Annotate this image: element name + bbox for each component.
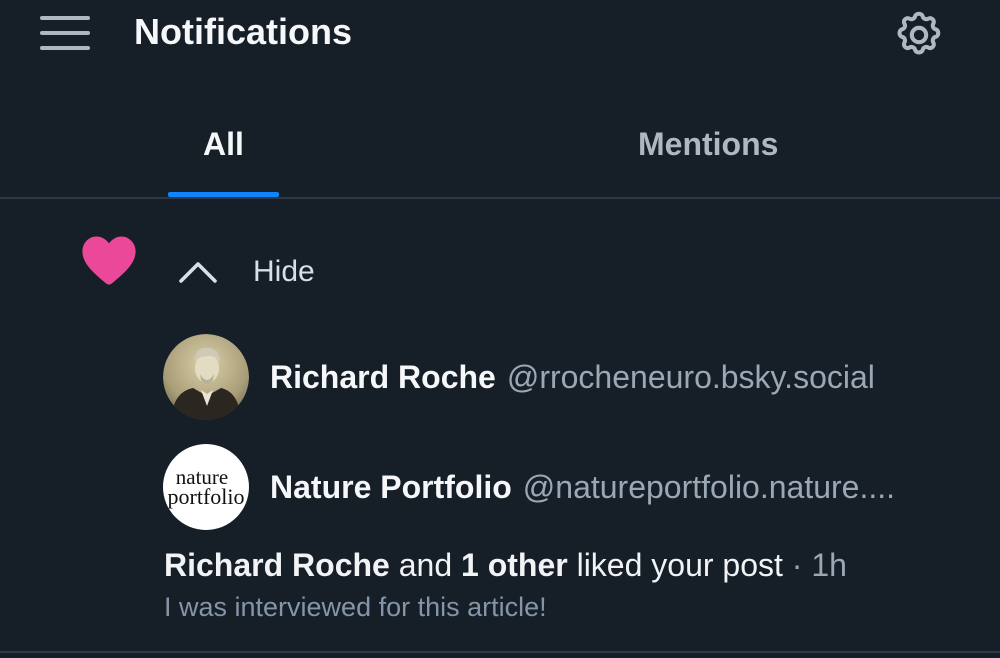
post-excerpt[interactable]: I was interviewed for this article! bbox=[164, 590, 547, 624]
user-handle: @natureportfolio.nature.... bbox=[522, 468, 896, 505]
tab-divider bbox=[0, 197, 1000, 199]
user-name[interactable]: Nature Portfolio bbox=[270, 469, 512, 506]
heart-icon bbox=[82, 236, 136, 285]
hide-toggle[interactable]: Hide bbox=[176, 248, 315, 296]
tab-all[interactable]: All bbox=[203, 122, 244, 166]
page-title: Notifications bbox=[134, 11, 353, 52]
tab-mentions[interactable]: Mentions bbox=[638, 122, 778, 166]
user-name[interactable]: Richard Roche bbox=[270, 359, 496, 396]
actor-name[interactable]: Richard Roche bbox=[164, 547, 390, 583]
hide-label: Hide bbox=[253, 255, 315, 288]
logo-text: portfolio bbox=[167, 484, 245, 509]
chevron-up-icon bbox=[179, 262, 217, 283]
summary-action: liked your post bbox=[576, 547, 783, 583]
summary-connector: and bbox=[398, 547, 453, 583]
time-separator: · bbox=[791, 547, 803, 583]
liker-row[interactable]: Richard Roche @rrocheneuro.bsky.social bbox=[163, 334, 875, 420]
others-count[interactable]: 1 other bbox=[461, 547, 568, 583]
notification-summary: Richard Roche and 1 other liked your pos… bbox=[164, 545, 847, 585]
liker-row[interactable]: nature portfolio Nature Portfolio @natur… bbox=[163, 444, 895, 530]
notifications-screen: Notifications All Mentions Hide Richard … bbox=[0, 0, 1000, 658]
gear-icon[interactable] bbox=[892, 8, 946, 62]
nature-portfolio-logo[interactable]: nature portfolio bbox=[163, 444, 249, 530]
timestamp: 1h bbox=[811, 547, 847, 583]
hamburger-menu-icon[interactable] bbox=[40, 14, 90, 52]
user-handle: @rrocheneuro.bsky.social bbox=[506, 358, 875, 395]
item-divider bbox=[0, 651, 1000, 653]
avatar[interactable] bbox=[163, 334, 249, 420]
